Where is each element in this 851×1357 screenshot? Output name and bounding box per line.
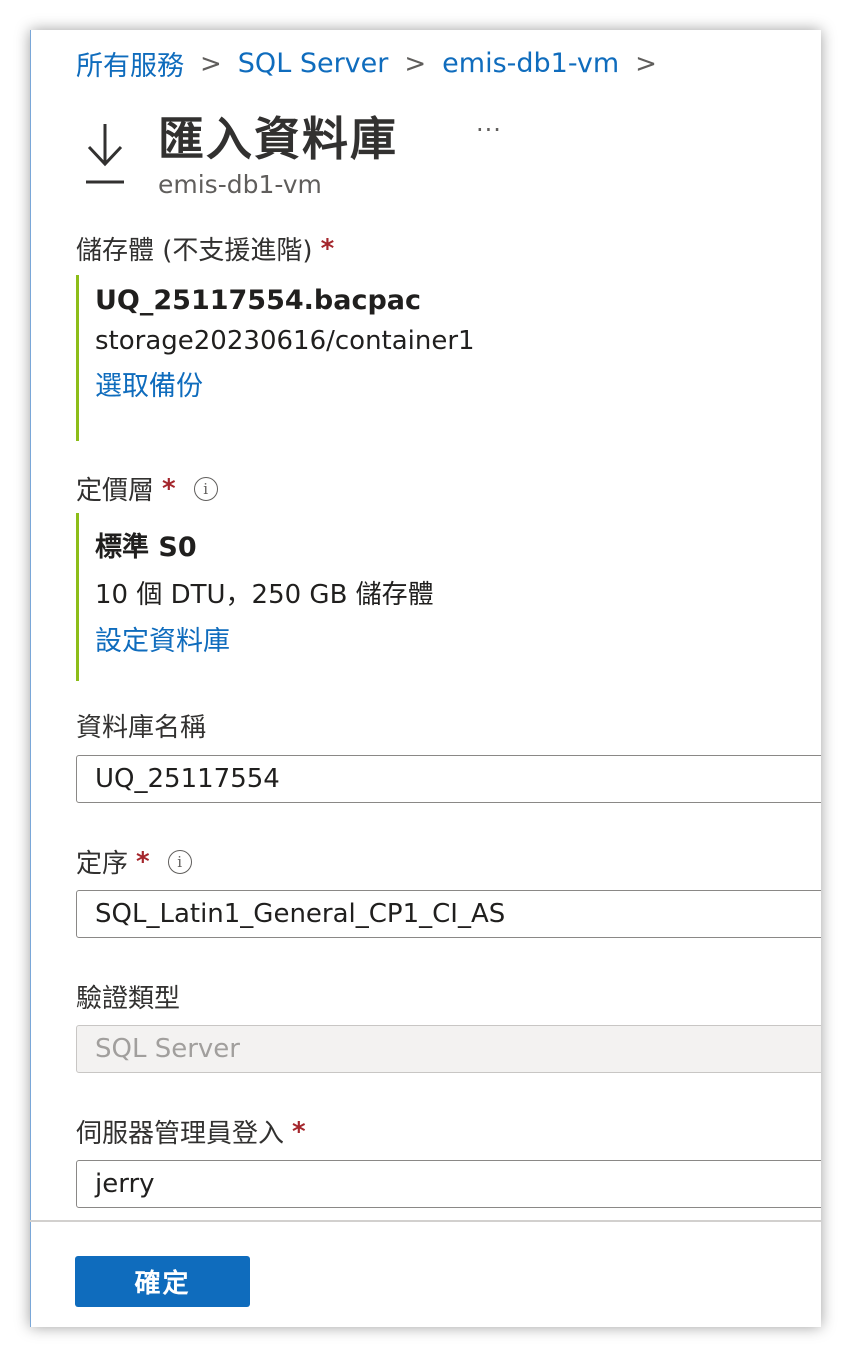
import-database-blade: 所有服務 > SQL Server > emis-db1-vm > 匯入資料庫 … — [30, 30, 821, 1327]
authentication-type-label: 驗證類型 — [76, 984, 181, 1014]
configure-database-link[interactable]: 設定資料庫 — [95, 619, 695, 658]
pricing-tier-name: 標準 S0 — [95, 532, 197, 563]
breadcrumb-separator: > — [635, 48, 657, 79]
blade-left-border — [30, 30, 31, 1327]
backup-file-name: UQ_25117554.bacpac — [95, 285, 422, 316]
pricing-tier-label-text: 定價層 — [76, 476, 155, 506]
collation-label: 定序 * i — [76, 843, 192, 880]
server-admin-login-label-text: 伺服器管理員登入 — [76, 1119, 285, 1149]
breadcrumb-separator: > — [404, 48, 427, 79]
storage-label-text: 儲存體 (不支援進階) — [76, 236, 313, 266]
server-admin-login-input[interactable]: jerry — [76, 1160, 821, 1208]
required-asterisk: * — [292, 1116, 306, 1147]
storage-path: storage20230616/container1 — [95, 326, 475, 356]
pricing-tier-label: 定價層 * i — [76, 470, 218, 507]
required-asterisk: * — [162, 473, 176, 504]
required-asterisk: * — [136, 846, 150, 877]
breadcrumb-all-services[interactable]: 所有服務 — [76, 44, 184, 83]
page-title: 匯入資料庫 — [158, 112, 398, 166]
collation-input[interactable]: SQL_Latin1_General_CP1_CI_AS — [76, 890, 821, 938]
authentication-type-input: SQL Server — [76, 1025, 821, 1073]
server-admin-login-label: 伺服器管理員登入 * — [76, 1113, 306, 1150]
select-backup-link[interactable]: 選取備份 — [95, 364, 695, 403]
breadcrumb-server-name[interactable]: emis-db1-vm — [442, 48, 619, 79]
info-icon[interactable]: i — [193, 476, 218, 501]
collation-label-text: 定序 — [76, 849, 129, 879]
breadcrumb-sql-server[interactable]: SQL Server — [238, 48, 389, 79]
ok-button[interactable]: 確定 — [75, 1256, 250, 1307]
database-name-input[interactable]: UQ_25117554 — [76, 755, 821, 803]
footer-divider — [30, 1220, 821, 1222]
breadcrumb: 所有服務 > SQL Server > emis-db1-vm > — [76, 44, 673, 83]
page-subtitle: emis-db1-vm — [158, 170, 322, 199]
download-icon — [86, 124, 124, 184]
info-icon[interactable]: i — [167, 849, 192, 874]
pricing-tier-panel: 標準 S0 10 個 DTU，250 GB 儲存體 設定資料庫 — [76, 513, 695, 681]
pricing-tier-detail: 10 個 DTU，250 GB 儲存體 — [95, 580, 434, 610]
breadcrumb-separator: > — [200, 48, 222, 79]
database-name-label: 資料庫名稱 — [76, 713, 207, 743]
storage-panel: UQ_25117554.bacpac storage20230616/conta… — [76, 275, 695, 441]
more-options-button[interactable]: ··· — [476, 116, 502, 144]
required-asterisk: * — [320, 233, 335, 264]
storage-label: 儲存體 (不支援進階) * — [76, 230, 334, 267]
